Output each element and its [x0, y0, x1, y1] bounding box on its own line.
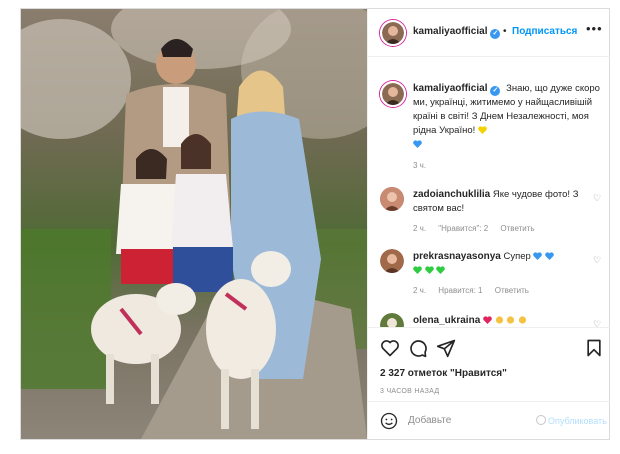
comment-time[interactable]: 2 ч. — [413, 224, 426, 233]
green-heart-icon — [413, 266, 422, 274]
emoji-icon[interactable] — [380, 412, 398, 430]
add-comment-bar: Опубликовать — [368, 401, 610, 439]
like-heart-icon[interactable] — [380, 338, 400, 358]
clapping-hands-icon — [507, 316, 515, 324]
comment-likes-count[interactable]: "Нравится": 2 — [438, 224, 488, 233]
comment-item: prekrasnayasonya Супер — [413, 250, 583, 278]
loading-indicator-icon — [536, 415, 546, 425]
commenter-avatar[interactable] — [380, 187, 404, 211]
post-header: kamaliyaofficial ✓ • Подписаться ••• — [368, 9, 610, 57]
publish-button[interactable]: Опубликовать — [536, 415, 607, 426]
green-heart-icon — [436, 266, 446, 274]
comment-like-heart-icon[interactable]: ♡ — [593, 193, 601, 204]
verified-badge-icon: ✓ — [490, 29, 501, 39]
post-photo[interactable] — [21, 9, 367, 439]
bookmark-icon[interactable] — [584, 338, 604, 358]
comment-meta: 2 ч. "Нравится": 2 Ответить — [413, 224, 545, 233]
comment-reply-button[interactable]: Ответить — [500, 224, 534, 233]
comment-like-heart-icon[interactable]: ♡ — [593, 319, 601, 327]
comment-icon[interactable] — [408, 338, 428, 358]
family-photo-illustration — [21, 9, 367, 439]
comment-time[interactable]: 2 ч. — [413, 286, 426, 295]
blue-heart-icon — [413, 140, 422, 148]
comment-reply-button[interactable]: Ответить — [495, 286, 529, 295]
yellow-heart-icon — [478, 126, 487, 134]
caption-author-username[interactable]: kamaliyaofficial ✓ — [413, 83, 501, 96]
more-options-icon[interactable]: ••• — [586, 21, 603, 36]
commenter-username[interactable]: olena_ukraina — [413, 315, 480, 326]
caption-author-avatar[interactable] — [380, 81, 406, 107]
caption-timestamp[interactable]: 3 ч. — [413, 161, 426, 170]
comment-item: zadoianchuklilia Яке чудове фото! З свят… — [413, 188, 583, 216]
author-avatar[interactable] — [380, 20, 406, 46]
separator-dot: • — [503, 26, 507, 37]
commenter-username[interactable]: zadoianchuklilia — [413, 189, 490, 200]
clapping-hands-icon — [495, 316, 503, 324]
commenter-avatar[interactable] — [380, 313, 404, 327]
red-heart-icon — [483, 316, 492, 324]
blue-heart-icon — [533, 252, 543, 260]
comment-likes-count[interactable]: Нравится: 1 — [438, 286, 482, 295]
post-side-panel: kamaliyaofficial ✓ • Подписаться ••• kama… — [367, 9, 610, 439]
comment-item: olena_ukraina — [413, 314, 583, 327]
author-username[interactable]: kamaliyaofficial ✓ — [413, 26, 501, 39]
comments-list[interactable]: kamaliyaofficial ✓ Знаю, що дуже скоро ми… — [368, 57, 610, 327]
blue-heart-icon — [545, 252, 554, 260]
commenter-username[interactable]: prekrasnayasonya — [413, 251, 501, 262]
comment-meta: 2 ч. Нравится: 1 Ответить — [413, 286, 539, 295]
comment-input[interactable] — [408, 411, 528, 429]
comment-like-heart-icon[interactable]: ♡ — [593, 255, 601, 266]
post-date[interactable]: 3 ЧАСОВ НАЗАД — [380, 388, 439, 395]
publish-button-label[interactable]: Опубликовать — [548, 416, 607, 426]
likes-count[interactable]: 2 327 отметок "Нравится" — [380, 368, 507, 379]
post-actions: 2 327 отметок "Нравится" 3 ЧАСОВ НАЗАД — [368, 327, 610, 401]
clapping-hands-icon — [518, 316, 526, 324]
post-caption: kamaliyaofficial ✓ Знаю, що дуже скоро ми… — [413, 82, 603, 152]
commenter-avatar[interactable] — [380, 249, 404, 273]
caption-author-username-text[interactable]: kamaliyaofficial — [413, 83, 487, 94]
author-username-text[interactable]: kamaliyaofficial — [413, 26, 487, 37]
verified-badge-icon: ✓ — [490, 86, 501, 96]
instagram-post-modal: kamaliyaofficial ✓ • Подписаться ••• kama… — [20, 8, 610, 440]
comment-text: Супер — [503, 251, 531, 262]
green-heart-icon — [424, 266, 434, 274]
share-icon[interactable] — [436, 338, 456, 358]
follow-button[interactable]: Подписаться — [512, 26, 577, 37]
